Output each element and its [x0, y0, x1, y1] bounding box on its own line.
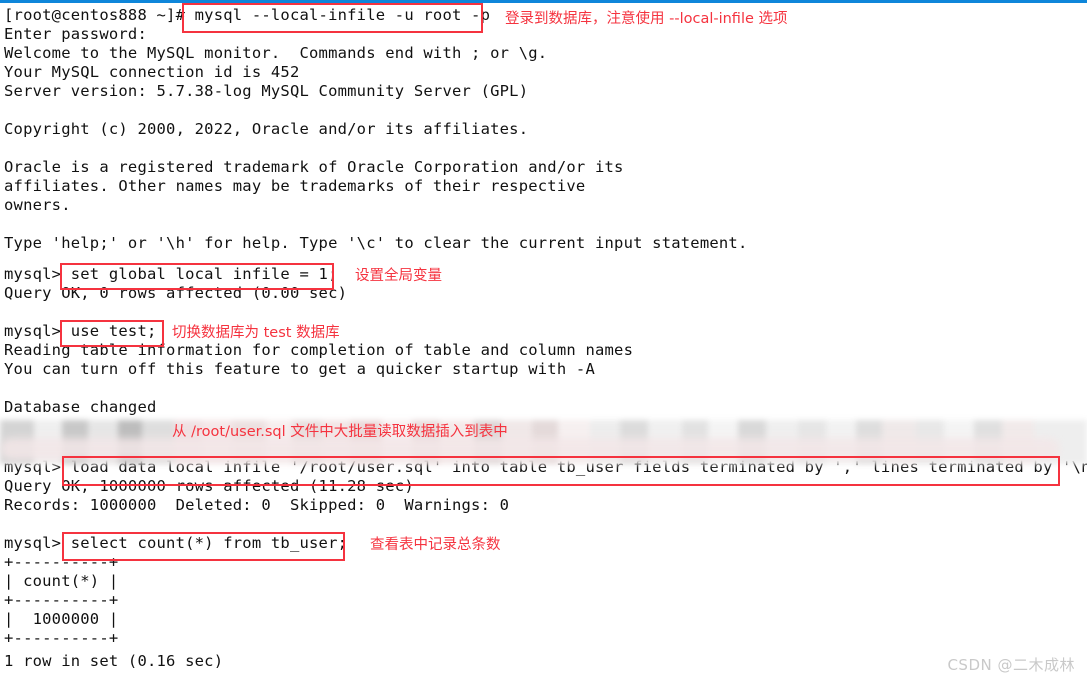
- terminal-line: 1 row in set (0.16 sec): [4, 652, 224, 670]
- annotation-login: 登录到数据库，注意使用 --local-infile 选项: [505, 11, 788, 27]
- terminal-line: Server version: 5.7.38-log MySQL Communi…: [4, 82, 529, 100]
- top-accent-rule: [0, 0, 1087, 3]
- terminal-line: owners.: [4, 196, 71, 214]
- terminal-table-border: +----------+: [4, 591, 119, 609]
- terminal-line: Oracle is a registered trademark of Orac…: [4, 158, 624, 176]
- highlight-box-set-global-command: [60, 263, 334, 290]
- highlight-box-load-data-command: [62, 456, 1060, 486]
- terminal-table-border: +----------+: [4, 629, 119, 647]
- annotation-load-data: 从 /root/user.sql 文件中大批量读取数据插入到表中: [172, 424, 508, 440]
- highlight-box-login-command: [182, 3, 483, 33]
- terminal-line: You can turn off this feature to get a q…: [4, 360, 595, 378]
- terminal-line: affiliates. Other names may be trademark…: [4, 177, 586, 195]
- terminal-table-row: | 1000000 |: [4, 610, 119, 628]
- highlight-box-select-count-command: [62, 532, 345, 561]
- terminal-line: Records: 1000000 Deleted: 0 Skipped: 0 W…: [4, 496, 510, 514]
- terminal-table-header: | count(*) |: [4, 572, 119, 590]
- terminal-line: Copyright (c) 2000, 2022, Oracle and/or …: [4, 120, 529, 138]
- highlight-box-use-test-command: [60, 320, 164, 347]
- annotation-use-test: 切换数据库为 test 数据库: [172, 325, 340, 341]
- annotation-set-global: 设置全局变量: [355, 268, 442, 284]
- terminal-line: Type 'help;' or '\h' for help. Type '\c'…: [4, 234, 748, 252]
- terminal-line: Database changed: [4, 398, 157, 416]
- terminal-line: Enter password:: [4, 25, 147, 43]
- terminal-line: Welcome to the MySQL monitor. Commands e…: [4, 44, 548, 62]
- csdn-watermark: CSDN @二木成林: [947, 656, 1075, 674]
- annotation-select-count: 查看表中记录总条数: [370, 537, 501, 553]
- terminal-line: Your MySQL connection id is 452: [4, 63, 300, 81]
